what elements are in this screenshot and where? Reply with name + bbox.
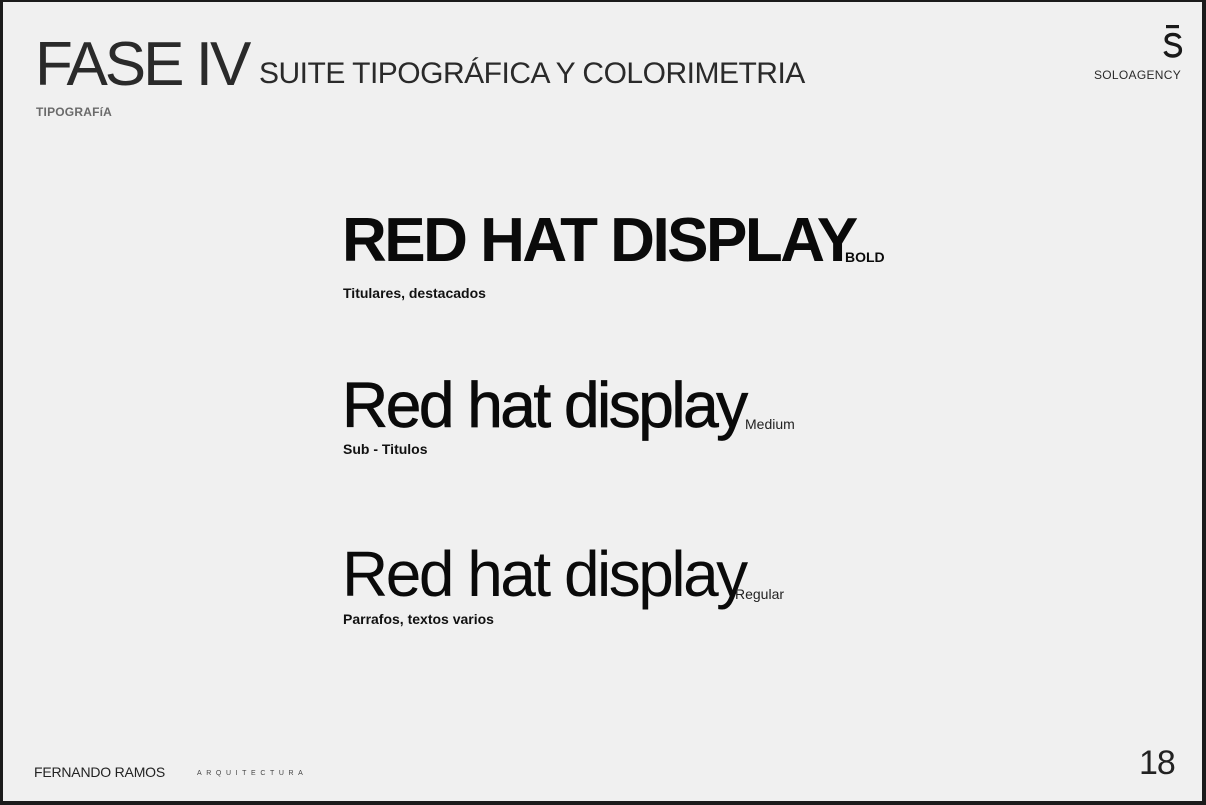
section-label: TIPOGRAFíA bbox=[36, 105, 112, 119]
author-name: FERNANDO RAMOS bbox=[34, 764, 165, 780]
discipline-label: ARQUITECTURA bbox=[197, 770, 308, 777]
font-sample-regular: Red hat display bbox=[342, 538, 748, 610]
font-sample-medium: Red hat display bbox=[342, 369, 749, 441]
weight-label-bold: BOLD bbox=[845, 249, 885, 265]
s-bar-logo-icon bbox=[1153, 22, 1193, 62]
weight-label-medium: Medium bbox=[745, 416, 795, 432]
phase-subtitle: SUITE TIPOGRÁFICA Y COLORIMETRIA bbox=[259, 57, 805, 90]
weight-label-regular: Regular bbox=[735, 586, 785, 602]
agency-name: SOLOAGENCY bbox=[1093, 68, 1181, 82]
usage-label-bold: Titulares, destacados bbox=[343, 285, 486, 301]
page-number: 18 bbox=[1139, 744, 1176, 782]
phase-title: FASE IV bbox=[35, 30, 251, 99]
usage-label-medium: Sub - Titulos bbox=[343, 441, 428, 457]
usage-label-regular: Parrafos, textos varios bbox=[343, 611, 494, 627]
font-sample-bold: RED HAT DISPLAY bbox=[342, 206, 858, 275]
presentation-slide: FASE IV SUITE TIPOGRÁFICA Y COLORIMETRIA… bbox=[3, 2, 1202, 801]
